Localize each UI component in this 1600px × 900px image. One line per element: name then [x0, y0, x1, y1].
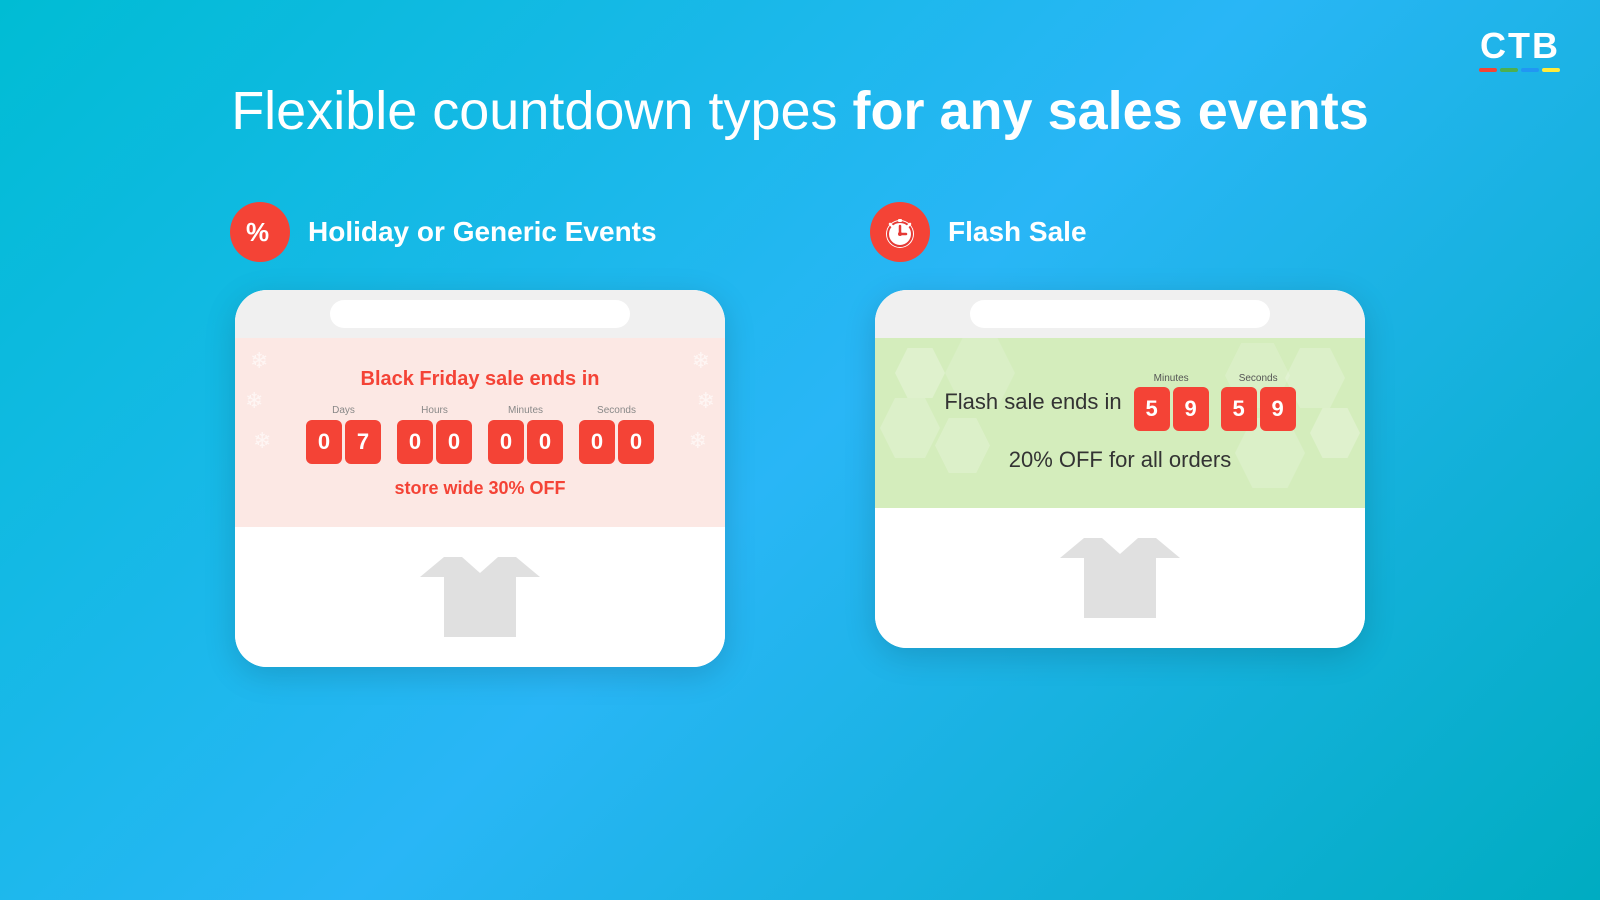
svg-text:%: %: [246, 217, 269, 247]
flash-minutes-digit-1: 5: [1134, 387, 1170, 431]
percent-badge-icon: %: [230, 202, 290, 262]
flash-sale-text: Flash sale ends in: [944, 389, 1121, 415]
left-column: % Holiday or Generic Events ❄ ❄ ❄ ❄ ❄ ❄ …: [230, 202, 730, 667]
minutes-group: Minutes 0 0: [488, 405, 563, 464]
flash-seconds-group: Seconds 5 9: [1221, 373, 1296, 431]
left-phone-content: [235, 527, 725, 667]
minutes-digit-2: 0: [527, 420, 563, 464]
heading-part1: Flexible countdown types: [231, 81, 852, 141]
heading-part2: for any sales events: [853, 81, 1369, 141]
ctb-logo: CTB: [1479, 28, 1560, 72]
logo-text: CTB: [1480, 28, 1560, 64]
right-category-row: Flash Sale: [870, 202, 1087, 262]
hours-digits: 0 0: [397, 420, 472, 464]
columns-container: % Holiday or Generic Events ❄ ❄ ❄ ❄ ❄ ❄ …: [0, 202, 1600, 667]
logo-bar-red: [1479, 68, 1497, 72]
right-phone-mockup: Flash sale ends in Minutes 5 9 Seconds: [875, 290, 1365, 648]
left-phone-mockup: ❄ ❄ ❄ ❄ ❄ ❄ Black Friday sale ends in Da…: [235, 290, 725, 667]
seconds-label: Seconds: [597, 405, 636, 416]
days-digits: 0 7: [306, 420, 381, 464]
holiday-countdown-area: ❄ ❄ ❄ ❄ ❄ ❄ Black Friday sale ends in Da…: [235, 338, 725, 527]
flash-minutes-digits: 5 9: [1134, 387, 1209, 431]
hours-digit-1: 0: [397, 420, 433, 464]
right-column: Flash Sale Flash sale ends in: [870, 202, 1370, 667]
logo-bar-green: [1500, 68, 1518, 72]
days-digit-2: 7: [345, 420, 381, 464]
flash-minutes-label: Minutes: [1154, 373, 1189, 384]
right-url-bar: [970, 300, 1270, 328]
flash-minutes-digit-2: 9: [1173, 387, 1209, 431]
days-label: Days: [332, 405, 355, 416]
main-heading: Flexible countdown types for any sales e…: [0, 0, 1600, 142]
hours-label: Hours: [421, 405, 448, 416]
minutes-label: Minutes: [508, 405, 543, 416]
flash-seconds-digits: 5 9: [1221, 387, 1296, 431]
right-phone-content: [875, 508, 1365, 648]
flash-discount-text: 20% OFF for all orders: [1009, 447, 1232, 473]
flash-seconds-label: Seconds: [1239, 373, 1278, 384]
right-phone-bar: [875, 290, 1365, 338]
hours-digit-2: 0: [436, 420, 472, 464]
logo-underline: [1479, 68, 1560, 72]
hex-6: [1310, 408, 1360, 458]
seconds-group: Seconds 0 0: [579, 405, 654, 464]
seconds-digits: 0 0: [579, 420, 654, 464]
hex-1: [895, 348, 945, 398]
clock-badge-icon: [870, 202, 930, 262]
flash-minutes-group: Minutes 5 9: [1134, 373, 1209, 431]
countdown-row: Days 0 7 Hours 0 0: [255, 405, 705, 464]
tshirt-image-right: [1060, 538, 1180, 618]
tshirt-image: [420, 557, 540, 637]
seconds-digit-2: 0: [618, 420, 654, 464]
seconds-digit-1: 0: [579, 420, 615, 464]
holiday-title: Black Friday sale ends in: [255, 368, 705, 391]
days-digit-1: 0: [306, 420, 342, 464]
left-phone-bar: [235, 290, 725, 338]
flash-sale-area: Flash sale ends in Minutes 5 9 Seconds: [875, 338, 1365, 508]
left-url-bar: [330, 300, 630, 328]
left-category-row: % Holiday or Generic Events: [230, 202, 657, 262]
logo-bar-blue: [1521, 68, 1539, 72]
hours-group: Hours 0 0: [397, 405, 472, 464]
minutes-digit-1: 0: [488, 420, 524, 464]
flash-sale-row: Flash sale ends in Minutes 5 9 Seconds: [944, 373, 1295, 431]
flash-seconds-digit-2: 9: [1260, 387, 1296, 431]
days-group: Days 0 7: [306, 405, 381, 464]
logo-bar-yellow: [1542, 68, 1560, 72]
left-category-label: Holiday or Generic Events: [308, 216, 657, 248]
flash-seconds-digit-1: 5: [1221, 387, 1257, 431]
right-category-label: Flash Sale: [948, 216, 1087, 248]
holiday-subtitle: store wide 30% OFF: [255, 478, 705, 499]
hex-2: [880, 398, 940, 458]
minutes-digits: 0 0: [488, 420, 563, 464]
